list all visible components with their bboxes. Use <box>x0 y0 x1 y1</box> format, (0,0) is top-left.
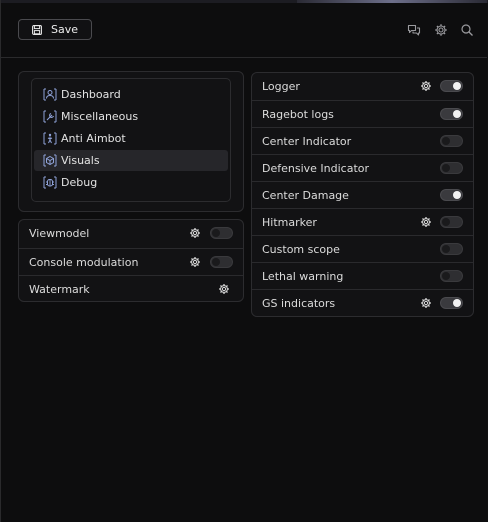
nav-item-label: Anti Aimbot <box>61 132 126 145</box>
gear-icon[interactable] <box>420 297 432 309</box>
setting-row-defensive-indicator: Defensive Indicator <box>252 154 473 181</box>
left-settings-panel: Viewmodel Console modulation Watermark <box>18 219 244 302</box>
search-icon[interactable] <box>460 23 474 37</box>
setting-label: Lethal warning <box>262 269 344 283</box>
setting-row-custom-scope: Custom scope <box>252 235 473 262</box>
setting-row-console-modulation: Console modulation <box>19 248 243 275</box>
setting-row-center-damage: Center Damage <box>252 181 473 208</box>
bug-icon <box>43 176 57 189</box>
setting-label: Watermark <box>29 282 90 296</box>
floppy-icon <box>32 24 42 35</box>
gear-icon[interactable] <box>189 227 201 239</box>
chat-icon[interactable] <box>407 23 421 37</box>
setting-label: Ragebot logs <box>262 107 334 121</box>
gear-icon[interactable] <box>420 216 432 228</box>
setting-label: Console modulation <box>29 255 139 269</box>
header: Save <box>1 3 487 58</box>
nav-item-miscellaneous[interactable]: Miscellaneous <box>34 106 228 127</box>
gear-icon[interactable] <box>434 23 448 37</box>
center-damage-toggle[interactable] <box>440 189 463 201</box>
nav-list: Dashboard Miscellaneous Anti Aimbot Visu… <box>31 78 231 202</box>
center-indicator-toggle[interactable] <box>440 135 463 147</box>
nav-item-dashboard[interactable]: Dashboard <box>34 84 228 105</box>
setting-label: Center Damage <box>262 188 349 202</box>
save-button-label: Save <box>51 23 79 36</box>
gear-icon[interactable] <box>218 283 230 295</box>
logger-toggle[interactable] <box>440 80 463 92</box>
wrench-icon <box>43 110 57 123</box>
gs-indicators-toggle[interactable] <box>440 297 463 309</box>
setting-row-center-indicator: Center Indicator <box>252 127 473 154</box>
setting-row-gs-indicators: GS indicators <box>252 289 473 316</box>
setting-label: Logger <box>262 80 300 93</box>
setting-label: GS indicators <box>262 296 336 310</box>
setting-row-ragebot-logs: Ragebot logs <box>252 100 473 127</box>
setting-row-watermark: Watermark <box>19 275 243 302</box>
lethal-warning-toggle[interactable] <box>440 270 463 282</box>
person-icon <box>43 132 57 145</box>
hitmarker-toggle[interactable] <box>440 216 463 228</box>
save-button[interactable]: Save <box>18 19 92 40</box>
nav-item-label: Debug <box>61 176 98 189</box>
setting-row-hitmarker: Hitmarker <box>252 208 473 235</box>
nav-item-label: Miscellaneous <box>61 110 139 123</box>
setting-label: Hitmarker <box>262 215 317 229</box>
console-modulation-toggle[interactable] <box>210 256 233 268</box>
cube-icon <box>43 154 57 167</box>
setting-label: Viewmodel <box>29 227 90 240</box>
dashboard-icon <box>43 88 57 101</box>
gear-icon[interactable] <box>420 80 432 92</box>
setting-label: Center Indicator <box>262 134 352 148</box>
gear-icon[interactable] <box>189 256 201 268</box>
setting-row-logger: Logger <box>252 73 473 100</box>
nav-item-visuals[interactable]: Visuals <box>34 150 228 171</box>
custom-scope-toggle[interactable] <box>440 243 463 255</box>
window: Save Dashboard Miscellaneous Anti Aimbot… <box>0 0 488 522</box>
nav-item-label: Visuals <box>61 154 100 167</box>
ragebot-logs-toggle[interactable] <box>440 108 463 120</box>
nav-item-debug[interactable]: Debug <box>34 172 228 193</box>
setting-row-viewmodel: Viewmodel <box>19 220 243 247</box>
setting-label: Defensive Indicator <box>262 161 370 175</box>
setting-row-lethal-warning: Lethal warning <box>252 262 473 289</box>
nav-item-label: Dashboard <box>61 88 121 101</box>
right-settings-panel: Logger Ragebot logs Center Indicator Def… <box>251 72 474 317</box>
defensive-indicator-toggle[interactable] <box>440 162 463 174</box>
setting-label: Custom scope <box>262 242 340 256</box>
nav-item-anti-aimbot[interactable]: Anti Aimbot <box>34 128 228 149</box>
viewmodel-toggle[interactable] <box>210 227 233 239</box>
